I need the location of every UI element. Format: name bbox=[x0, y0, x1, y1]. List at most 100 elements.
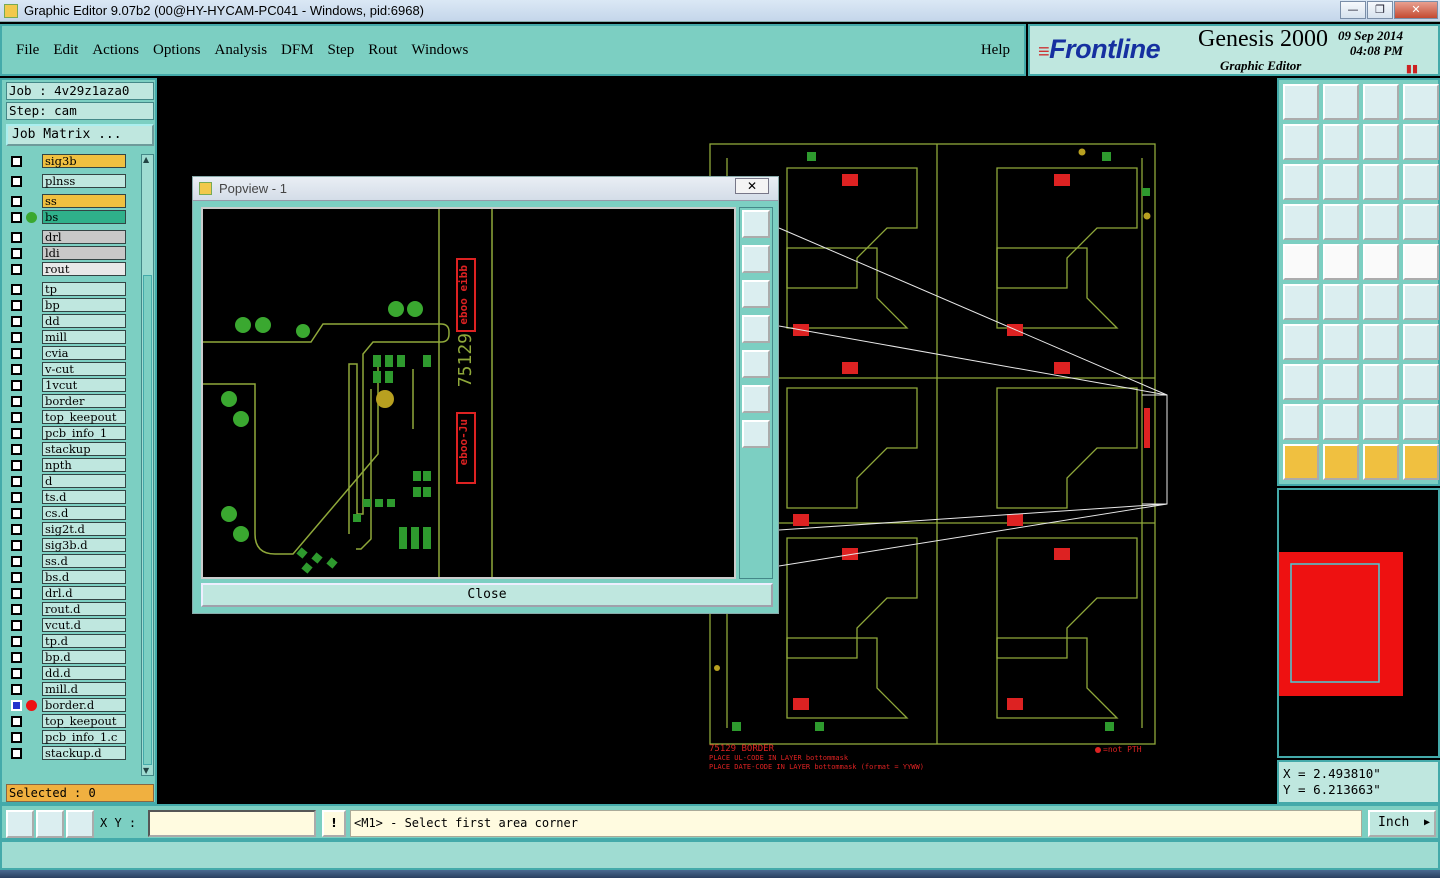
mirror-icon[interactable] bbox=[1403, 324, 1439, 360]
layer-checkbox[interactable] bbox=[11, 491, 22, 503]
grid-icon[interactable] bbox=[1323, 204, 1359, 240]
layer-name[interactable]: cs.d bbox=[42, 506, 126, 520]
menu-actions[interactable]: Actions bbox=[92, 40, 139, 61]
layer-name[interactable]: rout.d bbox=[42, 602, 126, 616]
line-dot-icon[interactable] bbox=[1363, 284, 1399, 320]
split-view-icon[interactable] bbox=[1403, 84, 1439, 120]
layer-checkbox[interactable] bbox=[11, 459, 22, 471]
layer-row[interactable]: border.d bbox=[6, 698, 130, 712]
xy-input[interactable] bbox=[148, 810, 316, 837]
maximize-button[interactable]: ❐ bbox=[1367, 1, 1393, 19]
layer-name[interactable]: v-cut bbox=[42, 362, 126, 376]
popview-pan-left-icon[interactable] bbox=[742, 315, 770, 343]
zoom-house-icon[interactable] bbox=[1363, 84, 1399, 120]
layers-b-icon[interactable] bbox=[1403, 204, 1439, 240]
scale-1-2-icon[interactable] bbox=[1363, 164, 1399, 200]
layer-name[interactable]: bs bbox=[42, 210, 126, 224]
menu-options[interactable]: Options bbox=[153, 40, 201, 61]
layer-row[interactable]: sig3b bbox=[6, 154, 130, 168]
layer-name[interactable]: mill.d bbox=[42, 682, 126, 696]
layer-row[interactable]: drl.d bbox=[6, 586, 130, 600]
home-icon[interactable] bbox=[1283, 84, 1319, 120]
layer-checkbox[interactable] bbox=[11, 523, 22, 535]
layer-checkbox[interactable] bbox=[11, 571, 22, 583]
triangle-b-icon[interactable] bbox=[1323, 404, 1359, 440]
layer-checkbox[interactable] bbox=[11, 155, 22, 167]
cross-icon[interactable] bbox=[1323, 284, 1359, 320]
angle-icon[interactable] bbox=[1283, 324, 1319, 360]
layer-checkbox[interactable] bbox=[11, 635, 22, 647]
layer-row[interactable]: cvia bbox=[6, 346, 130, 360]
layer-name[interactable]: d bbox=[42, 474, 126, 488]
layer-row[interactable]: dd bbox=[6, 314, 130, 328]
layer-row[interactable]: vcut.d bbox=[6, 618, 130, 632]
popview-pan-right-icon[interactable] bbox=[742, 350, 770, 378]
layer-checkbox[interactable] bbox=[11, 651, 22, 663]
arc-dot-icon[interactable] bbox=[1403, 284, 1439, 320]
layer-name[interactable]: drl.d bbox=[42, 586, 126, 600]
pause-icon[interactable]: ▮▮ bbox=[1406, 62, 1418, 75]
menu-rout[interactable]: Rout bbox=[368, 40, 397, 61]
fit-all-icon[interactable] bbox=[1283, 164, 1319, 200]
measure-mode-icon[interactable] bbox=[36, 810, 64, 838]
layer-name[interactable]: pcb_info_1 bbox=[42, 426, 126, 440]
layer-name[interactable]: dd bbox=[42, 314, 126, 328]
layer-row[interactable]: npth bbox=[6, 458, 130, 472]
layer-checkbox[interactable] bbox=[11, 263, 22, 275]
close-window-button[interactable]: ✕ bbox=[1394, 1, 1438, 19]
triangle-a-icon[interactable] bbox=[1283, 404, 1319, 440]
triangle-d-icon[interactable] bbox=[1403, 404, 1439, 440]
scrollbar-thumb[interactable] bbox=[143, 275, 152, 765]
layer-name[interactable]: ss.d bbox=[42, 554, 126, 568]
layer-row[interactable]: top_keepout bbox=[6, 714, 130, 728]
layer-name[interactable]: bp.d bbox=[42, 650, 126, 664]
options-icon[interactable] bbox=[1283, 204, 1319, 240]
menu-help[interactable]: Help bbox=[981, 42, 1010, 59]
layer-row[interactable]: bs.d bbox=[6, 570, 130, 584]
layer-row[interactable]: v-cut bbox=[6, 362, 130, 376]
layers-a-icon[interactable] bbox=[1363, 204, 1399, 240]
layer-row[interactable]: ldi bbox=[6, 246, 130, 260]
menu-file[interactable]: File bbox=[16, 40, 39, 61]
select-rect-icon[interactable] bbox=[1283, 364, 1319, 400]
ruler-icon[interactable] bbox=[1363, 244, 1399, 280]
popview-zoom-out-icon[interactable] bbox=[742, 385, 770, 413]
layer-checkbox[interactable] bbox=[11, 231, 22, 243]
layer-name[interactable]: ss bbox=[42, 194, 126, 208]
popview-close-x[interactable]: ✕ bbox=[735, 178, 769, 194]
group-icon[interactable] bbox=[1403, 364, 1439, 400]
layer-name[interactable]: tp.d bbox=[42, 634, 126, 648]
layer-name[interactable]: sig3b.d bbox=[42, 538, 126, 552]
layer-checkbox[interactable] bbox=[11, 379, 22, 391]
line-color-icon[interactable] bbox=[1323, 244, 1359, 280]
layer-name[interactable]: bp bbox=[42, 298, 126, 312]
layer-row[interactable]: bs bbox=[6, 210, 130, 224]
layer-name[interactable]: stackup.d bbox=[42, 746, 126, 760]
layer-name[interactable]: pcb_info_1.c bbox=[42, 730, 126, 744]
popview-canvas[interactable]: eboo eibb 75129 eboo-Ju bbox=[201, 207, 736, 579]
layer-row[interactable]: pcb_info_1 bbox=[6, 426, 130, 440]
center-icon[interactable] bbox=[1323, 164, 1359, 200]
pan-right-icon[interactable] bbox=[1323, 124, 1359, 160]
layer-name[interactable]: bs.d bbox=[42, 570, 126, 584]
layer-row[interactable]: rout bbox=[6, 262, 130, 276]
layer-checkbox[interactable] bbox=[11, 667, 22, 679]
layer-checkbox[interactable] bbox=[11, 443, 22, 455]
layer-name[interactable]: ldi bbox=[42, 246, 126, 260]
layer-checkbox[interactable] bbox=[11, 427, 22, 439]
rotate-icon[interactable] bbox=[1363, 324, 1399, 360]
menu-analysis[interactable]: Analysis bbox=[215, 40, 268, 61]
pointer-path-icon[interactable] bbox=[1403, 444, 1439, 480]
popview-pan-up-icon[interactable] bbox=[742, 245, 770, 273]
view-down-icon[interactable] bbox=[1323, 84, 1359, 120]
layer-row[interactable]: border bbox=[6, 394, 130, 408]
menu-edit[interactable]: Edit bbox=[53, 40, 78, 61]
pointer-icon[interactable] bbox=[1283, 444, 1319, 480]
layer-name[interactable]: rout bbox=[42, 262, 126, 276]
layer-row[interactable]: bp bbox=[6, 298, 130, 312]
layer-checkbox[interactable] bbox=[11, 555, 22, 567]
layer-checkbox[interactable] bbox=[11, 175, 22, 187]
layer-checkbox[interactable] bbox=[11, 363, 22, 375]
layer-row[interactable]: stackup bbox=[6, 442, 130, 456]
layer-checkbox[interactable] bbox=[11, 747, 22, 759]
